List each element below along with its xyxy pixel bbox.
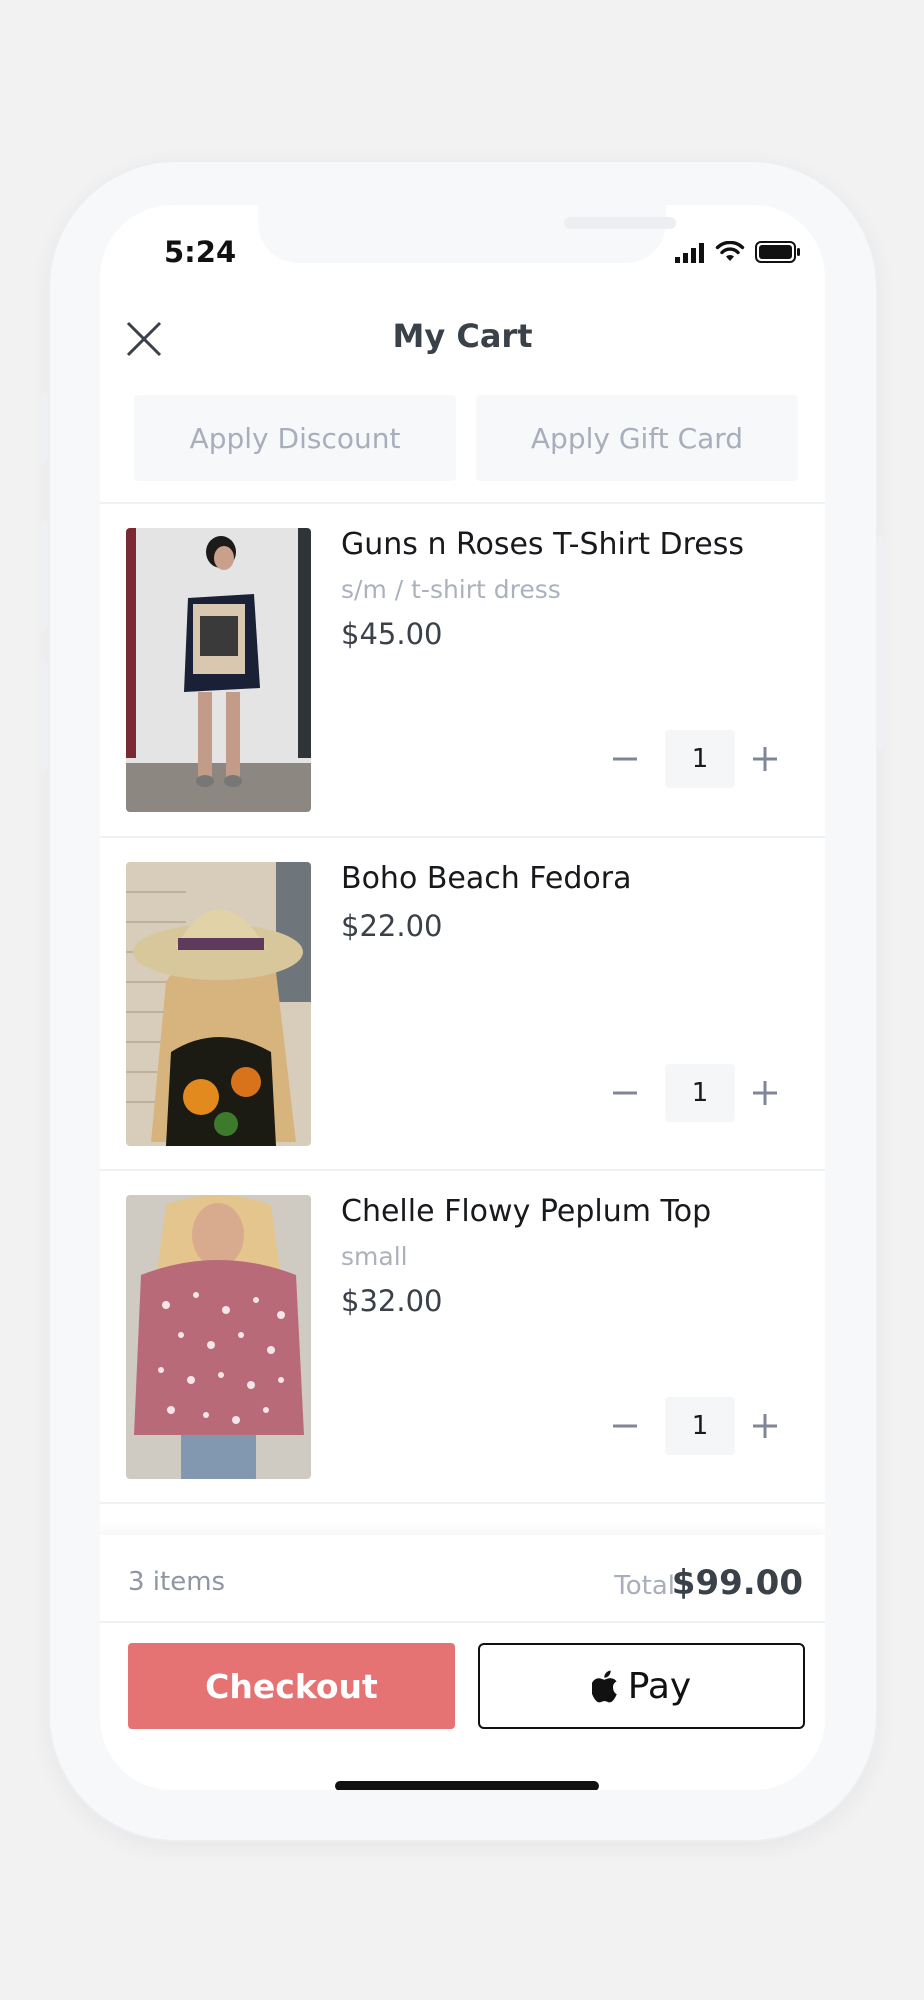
battery-icon: [755, 241, 800, 263]
item-price: $45.00: [341, 617, 443, 651]
cart-item: Guns n Roses T-Shirt Dress s/m / t-shirt…: [100, 503, 825, 836]
item-price: $32.00: [341, 1284, 443, 1318]
speaker: [564, 217, 676, 229]
minus-icon: [613, 1424, 637, 1428]
divider: [100, 1621, 825, 1623]
item-name: Guns n Roses T-Shirt Dress: [341, 527, 745, 562]
plus-icon: [753, 747, 777, 771]
increase-quantity-button[interactable]: [740, 730, 790, 788]
status-icons: [675, 241, 801, 263]
app-screen: 5:24 My Cart Apply Discount Apply Gift C…: [100, 205, 825, 1790]
quantity-value[interactable]: 1: [665, 1397, 735, 1455]
item-variant: small: [341, 1242, 408, 1271]
wifi-icon: [715, 241, 745, 261]
apple-pay-label: Pay: [627, 1665, 692, 1707]
cart-summary-footer: 3 items Total $99.00 Checkout Pay: [100, 1535, 825, 1790]
apple-logo-icon: [591, 1670, 617, 1703]
plus-icon: [753, 1414, 777, 1438]
plus-icon: [753, 1081, 777, 1105]
item-variant: s/m / t-shirt dress: [341, 575, 561, 604]
total-label: Total: [614, 1571, 675, 1601]
checkout-button[interactable]: Checkout: [128, 1643, 455, 1729]
item-name: Boho Beach Fedora: [341, 861, 632, 896]
quantity-stepper: 1: [600, 1397, 800, 1455]
cart-item: Chelle Flowy Peplum Top small $32.00 1: [100, 1170, 825, 1503]
home-indicator: [335, 1781, 599, 1790]
item-price: $22.00: [341, 909, 443, 943]
minus-icon: [613, 1091, 637, 1095]
signal-icon: [675, 243, 704, 263]
increase-quantity-button[interactable]: [740, 1064, 790, 1122]
apply-gift-card-button[interactable]: Apply Gift Card: [476, 395, 798, 481]
page-title: My Cart: [392, 317, 533, 355]
quantity-value[interactable]: 1: [665, 730, 735, 788]
quantity-value[interactable]: 1: [665, 1064, 735, 1122]
increase-quantity-button[interactable]: [740, 1397, 790, 1455]
quantity-stepper: 1: [600, 1064, 800, 1122]
phone-side-button: [40, 520, 48, 630]
decrease-quantity-button[interactable]: [600, 730, 650, 788]
quantity-stepper: 1: [600, 730, 800, 788]
item-name: Chelle Flowy Peplum Top: [341, 1194, 712, 1229]
phone-side-button: [40, 392, 48, 462]
cart-item: Boho Beach Fedora $22.00 1: [100, 837, 825, 1170]
product-image[interactable]: [126, 1195, 311, 1479]
apple-pay-button[interactable]: Pay: [478, 1643, 805, 1729]
status-time: 5:24: [164, 235, 237, 269]
minus-icon: [613, 757, 637, 761]
decrease-quantity-button[interactable]: [600, 1064, 650, 1122]
product-image[interactable]: [126, 862, 311, 1146]
phone-side-button: [876, 535, 884, 750]
apply-discount-button[interactable]: Apply Discount: [134, 395, 456, 481]
total-value: $99.00: [671, 1563, 803, 1603]
decrease-quantity-button[interactable]: [600, 1397, 650, 1455]
notch: [258, 205, 676, 263]
divider: [100, 1502, 825, 1504]
items-count: 3 items: [128, 1567, 226, 1597]
product-image[interactable]: [126, 528, 311, 812]
phone-side-button: [40, 660, 48, 770]
